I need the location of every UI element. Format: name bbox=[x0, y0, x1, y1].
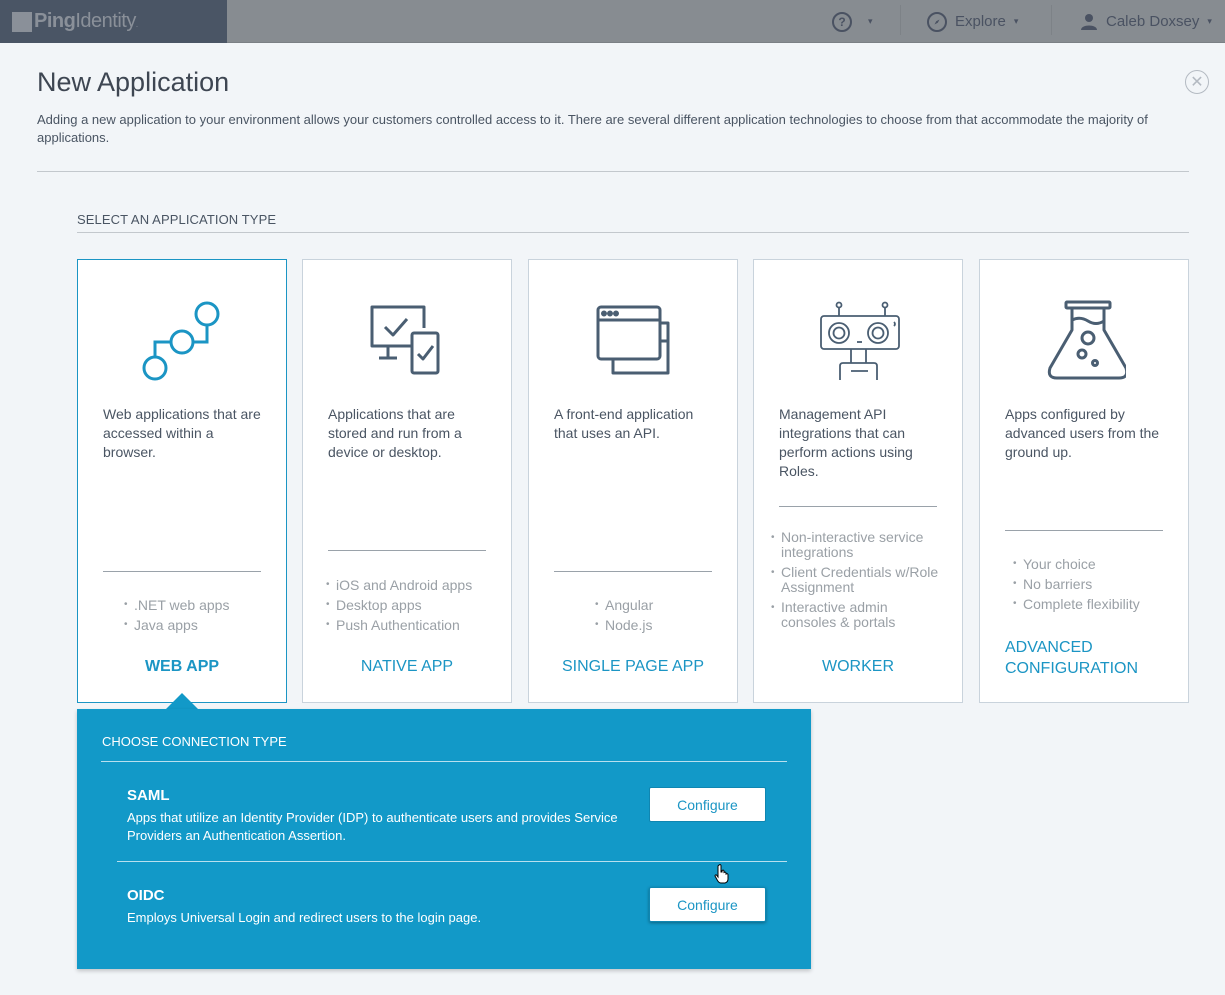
top-nav-bar: PingIdentity. ? ▾ Explore ▾ Caleb Doxsey… bbox=[0, 0, 1225, 43]
divider bbox=[117, 861, 787, 862]
close-button[interactable]: ✕ bbox=[1185, 70, 1209, 94]
saml-configure-button[interactable]: Configure bbox=[649, 787, 766, 822]
hand-cursor-icon bbox=[714, 864, 729, 884]
nav-divider bbox=[900, 5, 901, 35]
bullet-item: No barriers bbox=[1013, 574, 1140, 594]
card-title: ADVANCED CONFIGURATION bbox=[1005, 639, 1139, 677]
card-description: Applications that are stored and run fro… bbox=[328, 406, 462, 460]
bullet-item: Client Credentials w/Role Assignment bbox=[771, 565, 946, 595]
browser-windows-icon bbox=[529, 300, 737, 384]
bullet-item: iOS and Android apps bbox=[326, 575, 472, 595]
card-bullet-list: Your choice No barriers Complete flexibi… bbox=[1013, 554, 1140, 614]
app-type-card-web-app[interactable]: Web applications that are accessed withi… bbox=[77, 259, 287, 703]
chevron-down-icon: ▾ bbox=[1013, 16, 1019, 26]
card-title: SINGLE PAGE APP bbox=[562, 658, 704, 675]
card-divider bbox=[328, 550, 486, 551]
page-title: New Application bbox=[37, 67, 230, 97]
app-type-card-single-page-app[interactable]: A front-end application that uses an API… bbox=[528, 259, 738, 703]
bullet-item: Push Authentication bbox=[326, 615, 472, 635]
card-title: WEB APP bbox=[144, 658, 220, 675]
brand-logo[interactable]: PingIdentity. bbox=[0, 0, 227, 43]
card-description: Apps configured by advanced users from t… bbox=[1005, 406, 1160, 460]
app-type-card-worker[interactable]: Management API integrations that can per… bbox=[753, 259, 963, 703]
card-divider bbox=[554, 571, 712, 572]
card-bullet-list: .NET web apps Java apps bbox=[124, 595, 229, 635]
card-bullet-list: iOS and Android apps Desktop apps Push A… bbox=[326, 575, 472, 635]
robot-icon bbox=[754, 300, 962, 384]
section-heading: SELECT AN APPLICATION TYPE bbox=[77, 212, 277, 227]
card-description: Web applications that are accessed withi… bbox=[103, 406, 261, 460]
connection-heading: CHOOSE CONNECTION TYPE bbox=[102, 734, 287, 749]
bullet-item: .NET web apps bbox=[124, 595, 229, 615]
page-description: Adding a new application to your environ… bbox=[37, 112, 1148, 145]
oidc-description: Employs Universal Login and redirect use… bbox=[127, 910, 482, 925]
new-application-modal: New Application ✕ Adding a new applicati… bbox=[0, 43, 1225, 995]
connection-type-panel: CHOOSE CONNECTION TYPE SAML Apps that ut… bbox=[77, 709, 811, 969]
user-name: Caleb Doxsey bbox=[1106, 13, 1200, 30]
explore-menu[interactable]: Explore ▾ bbox=[927, 0, 1018, 43]
bullet-item: Non-interactive service integrations bbox=[771, 530, 946, 560]
flask-icon bbox=[980, 300, 1188, 384]
bullet-item: Angular bbox=[595, 595, 653, 615]
saml-description: Apps that utilize an Identity Provider (… bbox=[127, 810, 618, 843]
user-icon bbox=[1081, 13, 1097, 30]
card-divider bbox=[1005, 530, 1163, 531]
bullet-item: Desktop apps bbox=[326, 595, 472, 615]
nav-divider bbox=[1051, 5, 1052, 35]
chevron-down-icon: ▾ bbox=[1207, 16, 1212, 26]
saml-title: SAML bbox=[127, 787, 170, 804]
logo-mark bbox=[12, 12, 32, 32]
app-type-card-advanced-configuration[interactable]: Apps configured by advanced users from t… bbox=[979, 259, 1189, 703]
bullet-item: Complete flexibility bbox=[1013, 594, 1140, 614]
divider bbox=[37, 171, 1189, 172]
card-title: NATIVE APP bbox=[360, 658, 454, 675]
app-type-card-native-app[interactable]: Applications that are stored and run fro… bbox=[302, 259, 512, 703]
card-bullet-list: Angular Node.js bbox=[595, 595, 653, 635]
selection-pointer bbox=[166, 693, 198, 709]
desktop-device-check-icon bbox=[303, 300, 511, 384]
card-title: WORKER bbox=[822, 658, 894, 675]
divider bbox=[77, 232, 1189, 233]
card-description: Management API integrations that can per… bbox=[779, 406, 913, 479]
user-menu[interactable]: Caleb Doxsey ▾ bbox=[1080, 0, 1212, 43]
card-bullet-list: Non-interactive service integrations Cli… bbox=[771, 530, 946, 635]
chevron-down-icon: ▾ bbox=[868, 16, 873, 26]
oidc-configure-button[interactable]: Configure bbox=[649, 887, 766, 922]
bullet-item: Node.js bbox=[595, 615, 653, 635]
oidc-title: OIDC bbox=[127, 887, 165, 904]
card-divider bbox=[779, 506, 937, 507]
help-menu[interactable]: ? ▾ bbox=[832, 0, 873, 43]
web-app-nodes-icon bbox=[78, 300, 286, 384]
card-divider bbox=[103, 571, 261, 572]
bullet-item: Interactive admin consoles & portals bbox=[771, 600, 946, 630]
close-icon: ✕ bbox=[1190, 74, 1204, 91]
card-description: A front-end application that uses an API… bbox=[554, 406, 694, 441]
bullet-item: Your choice bbox=[1013, 554, 1140, 574]
bullet-item: Java apps bbox=[124, 615, 229, 635]
logo-text: PingIdentity. bbox=[34, 10, 138, 32]
compass-icon bbox=[927, 11, 947, 32]
divider bbox=[101, 761, 787, 762]
question-circle-icon: ? bbox=[832, 11, 852, 32]
explore-label: Explore bbox=[955, 13, 1006, 30]
